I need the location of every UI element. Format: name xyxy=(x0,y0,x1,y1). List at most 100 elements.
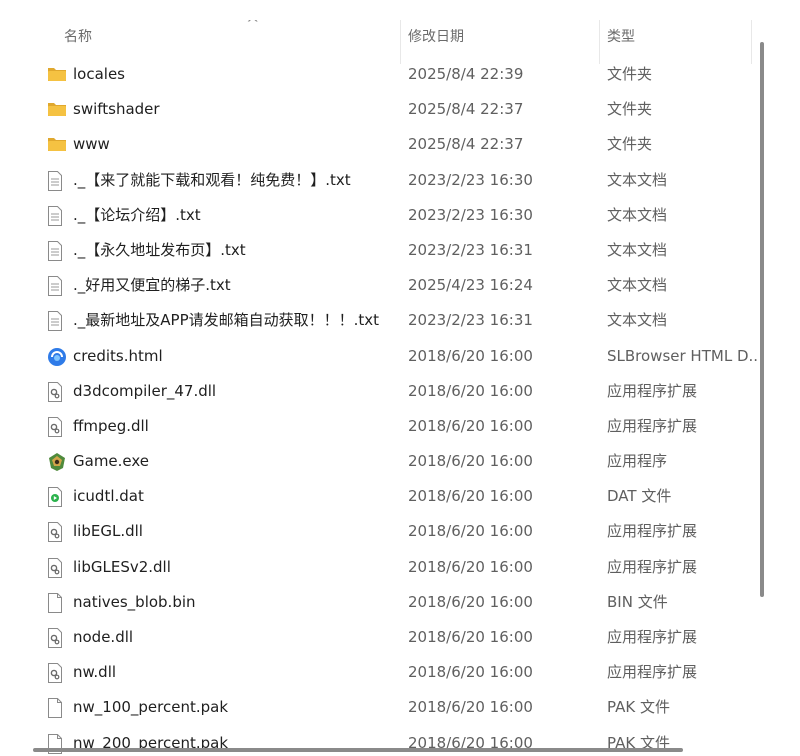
file-row[interactable]: libGLESv2.dll 2018/6/20 16:00 应用程序扩展 xyxy=(27,550,757,585)
file-name[interactable]: d3dcompiler_47.dll xyxy=(73,381,216,401)
folder-icon xyxy=(47,65,69,85)
file-type: 文本文档 xyxy=(607,205,668,224)
file-name[interactable]: ._最新地址及APP请发邮箱自动获取！！！.txt xyxy=(73,310,379,330)
file-date-modified: 2025/8/4 22:39 xyxy=(408,65,524,83)
text-file-icon xyxy=(47,276,69,297)
file-row[interactable]: ._最新地址及APP请发邮箱自动获取！！！.txt 2023/2/23 16:31… xyxy=(27,303,757,338)
folder-icon xyxy=(47,135,69,155)
column-date-header[interactable]: 修改日期 xyxy=(408,28,464,46)
file-name[interactable]: ._【来了就能下载和观看！纯免费！】.txt xyxy=(73,170,351,190)
horizontal-scrollbar-thumb[interactable] xyxy=(33,748,683,752)
file-row[interactable]: ._好用又便宜的梯子.txt 2025/4/23 16:24 文本文档 xyxy=(27,268,757,303)
file-type: DAT 文件 xyxy=(607,487,672,506)
file-row[interactable]: icudtl.dat 2018/6/20 16:00 DAT 文件 xyxy=(27,479,757,514)
file-name[interactable]: ._【永久地址发布页】.txt xyxy=(73,240,246,260)
file-row[interactable]: ._【来了就能下载和观看！纯免费！】.txt 2023/2/23 16:30 文本文… xyxy=(27,163,757,198)
file-name[interactable]: ._好用又便宜的梯子.txt xyxy=(73,275,231,295)
dll-file-icon xyxy=(47,381,69,402)
file-date-modified: 2023/2/23 16:30 xyxy=(408,205,533,224)
file-date-modified: 2023/2/23 16:30 xyxy=(408,170,533,189)
dll-file-icon xyxy=(47,628,69,648)
file-type: 文本文档 xyxy=(607,276,668,295)
file-date-modified: 2018/6/20 16:00 xyxy=(408,381,533,400)
file-row[interactable]: Game.exe 2018/6/20 16:00 应用程序 xyxy=(27,444,757,479)
dll-file-icon xyxy=(47,557,69,578)
file-row[interactable]: ._【论坛介绍】.txt 2023/2/23 16:30 文本文档 xyxy=(27,198,757,233)
file-name[interactable]: swiftshader xyxy=(73,99,160,119)
file-name[interactable]: credits.html xyxy=(73,346,163,366)
file-date-modified: 2023/2/23 16:31 xyxy=(408,240,533,259)
file-row[interactable]: nw_100_percent.pak 2018/6/20 16:00 PAK 文件 xyxy=(27,690,757,725)
file-date-modified: 2018/6/20 16:00 xyxy=(408,452,533,471)
text-file-icon xyxy=(47,170,69,191)
file-row[interactable]: d3dcompiler_47.dll 2018/6/20 16:00 应用程序扩展 xyxy=(27,374,757,409)
file-type: PAK 文件 xyxy=(607,698,670,717)
file-name[interactable]: icudtl.dat xyxy=(73,486,144,506)
file-row[interactable]: libEGL.dll 2018/6/20 16:00 应用程序扩展 xyxy=(27,514,757,549)
file-type: 应用程序扩展 xyxy=(607,557,698,576)
file-date-modified: 2018/6/20 16:00 xyxy=(408,522,533,541)
column-header: 名称 修改日期 类型 xyxy=(27,20,757,64)
file-name[interactable]: locales xyxy=(73,64,125,84)
file-row[interactable]: ffmpeg.dll 2018/6/20 16:00 应用程序扩展 xyxy=(27,409,757,444)
file-name[interactable]: libGLESv2.dll xyxy=(73,557,171,577)
file-type: 文件夹 xyxy=(607,135,653,154)
file-row[interactable]: credits.html 2018/6/20 16:00 SLBrowser HTM… xyxy=(27,339,757,374)
file-type: 应用程序 xyxy=(607,452,668,471)
file-date-modified: 2018/6/20 16:00 xyxy=(408,663,533,682)
file-name[interactable]: node.dll xyxy=(73,627,133,647)
file-type: BIN 文件 xyxy=(607,592,668,611)
text-file-icon xyxy=(47,240,69,261)
file-row[interactable]: locales 2025/8/4 22:39 文件夹 xyxy=(27,57,757,92)
column-type-header[interactable]: 类型 xyxy=(607,28,635,46)
file-name[interactable]: nw_100_percent.pak xyxy=(73,697,228,717)
file-date-modified: 2023/2/23 16:31 xyxy=(408,311,533,330)
file-name[interactable]: Game.exe xyxy=(73,451,149,471)
file-list-panel: ^ 名称 修改日期 类型 locales 2025/8/4 22:39 文件夹 swi… xyxy=(27,20,773,756)
file-date-modified: 2018/6/20 16:00 xyxy=(408,346,533,365)
blank-file-icon xyxy=(47,592,69,613)
file-name[interactable]: libEGL.dll xyxy=(73,521,143,541)
vertical-scrollbar-thumb[interactable] xyxy=(760,42,764,597)
folder-icon xyxy=(47,100,69,120)
file-row[interactable]: nw.dll 2018/6/20 16:00 应用程序扩展 xyxy=(27,655,757,690)
file-date-modified: 2025/8/4 22:37 xyxy=(408,100,524,119)
text-file-icon xyxy=(47,205,69,226)
file-date-modified: 2025/8/4 22:37 xyxy=(408,135,524,154)
text-file-icon xyxy=(47,311,69,332)
file-name[interactable]: ._【论坛介绍】.txt xyxy=(73,205,201,225)
dll-file-icon xyxy=(47,416,69,437)
file-type: 文本文档 xyxy=(607,240,668,259)
file-row[interactable]: natives_blob.bin 2018/6/20 16:00 BIN 文件 xyxy=(27,585,757,620)
dll-file-icon xyxy=(47,522,69,543)
dll-file-icon xyxy=(47,663,69,684)
game-exe-icon xyxy=(47,452,69,472)
file-type: 文本文档 xyxy=(607,311,668,330)
file-date-modified: 2018/6/20 16:00 xyxy=(408,557,533,576)
file-date-modified: 2018/6/20 16:00 xyxy=(408,487,533,506)
file-date-modified: 2018/6/20 16:00 xyxy=(408,698,533,717)
file-name[interactable]: www xyxy=(73,134,110,154)
file-row[interactable]: www 2025/8/4 22:37 文件夹 xyxy=(27,127,757,162)
file-type: 应用程序扩展 xyxy=(607,663,698,682)
file-type: SLBrowser HTML D... xyxy=(607,346,757,365)
file-date-modified: 2025/4/23 16:24 xyxy=(408,276,533,295)
file-row[interactable]: node.dll 2018/6/20 16:00 应用程序扩展 xyxy=(27,620,757,655)
file-row[interactable]: ._【永久地址发布页】.txt 2023/2/23 16:31 文本文档 xyxy=(27,233,757,268)
file-name[interactable]: natives_blob.bin xyxy=(73,592,196,612)
file-type: 应用程序扩展 xyxy=(607,416,698,435)
file-type: 文件夹 xyxy=(607,65,653,83)
file-type: 应用程序扩展 xyxy=(607,381,698,400)
column-name-header[interactable]: 名称 xyxy=(64,28,92,46)
file-name[interactable]: ffmpeg.dll xyxy=(73,416,149,436)
file-list: locales 2025/8/4 22:39 文件夹 swiftshader 2025/… xyxy=(27,57,757,756)
blank-file-icon xyxy=(47,698,69,719)
file-date-modified: 2018/6/20 16:00 xyxy=(408,416,533,435)
browser-html-icon xyxy=(47,347,69,367)
file-type: 应用程序扩展 xyxy=(607,522,698,541)
file-row[interactable]: swiftshader 2025/8/4 22:37 文件夹 xyxy=(27,92,757,127)
file-type: 应用程序扩展 xyxy=(607,628,698,646)
file-date-modified: 2018/6/20 16:00 xyxy=(408,628,533,646)
file-name[interactable]: nw.dll xyxy=(73,662,116,682)
file-type: 文本文档 xyxy=(607,170,668,189)
